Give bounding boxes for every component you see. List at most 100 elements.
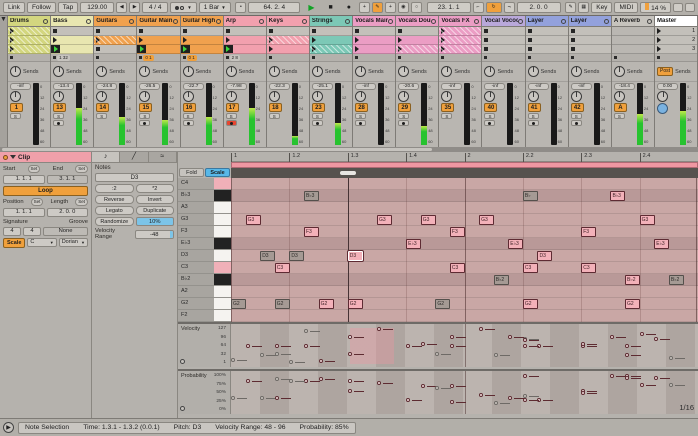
track-header[interactable]: Keys [267,16,309,27]
track-stop-all-icon[interactable] [269,56,272,59]
track-collapse-icon[interactable] [647,19,652,24]
velocity-canvas[interactable] [231,324,698,367]
clip-start-field[interactable]: 1. 1. 1 [3,175,45,184]
track-activator-button[interactable]: 15 [139,103,152,112]
piano-key[interactable] [214,250,231,261]
velocity-marker[interactable] [246,344,262,350]
clip-slot[interactable]: 2 [655,36,697,45]
probability-marker[interactable] [581,391,597,397]
pan-knob[interactable] [10,91,21,102]
send-knob[interactable] [53,66,64,77]
send-knob[interactable] [269,66,280,77]
new-button[interactable]: + [385,2,396,13]
track-stop-all-icon[interactable] [528,56,531,59]
clip-slot[interactable] [482,27,524,36]
tab-expression[interactable]: ≈ [149,152,177,162]
velocity-marker[interactable] [421,342,437,348]
probability-marker[interactable] [421,384,437,390]
arm-button[interactable] [139,120,150,126]
pan-knob[interactable] [441,91,452,102]
signature-numerator-field[interactable]: 4 [3,227,21,236]
velocity-marker[interactable] [581,342,597,348]
midi-note[interactable]: B♭ [523,191,538,201]
scale-root-menu[interactable]: C▼ [27,238,56,247]
piano-key[interactable] [214,298,231,309]
volume-value[interactable]: -inf [528,83,549,90]
track-stop-all-icon[interactable] [571,56,574,59]
solo-button[interactable]: S [614,113,625,119]
midi-note[interactable]: D3 [537,251,552,261]
pan-knob[interactable] [398,91,409,102]
solo-button[interactable]: S [571,113,582,119]
track-stop-all-icon[interactable] [484,56,487,59]
pan-knob[interactable] [269,91,280,102]
velocity-marker[interactable] [494,353,510,359]
note-grid[interactable]: B♭3B♭B♭3G3G3G3G3G3F3F3F3E♭3E♭3E♭3D3D3D3D… [231,178,698,322]
clip-slot[interactable] [51,45,93,54]
clip-slot[interactable] [353,45,395,54]
scrub-area[interactable] [231,168,698,178]
probability-marker[interactable] [348,379,364,385]
probability-marker[interactable] [537,398,553,404]
track-activator-button[interactable]: 29 [398,103,411,112]
track-activator-button[interactable]: 14 [96,103,109,112]
track-collapse-icon[interactable] [86,19,91,24]
clip-slot[interactable] [612,36,654,45]
midi-note[interactable]: E♭3 [406,239,421,249]
tap-tempo-button[interactable]: Tap [58,2,78,13]
volume-value[interactable]: 0.00 [657,83,678,90]
track-header[interactable]: Layer [526,16,568,27]
velocity-marker[interactable] [508,335,524,341]
arm-button[interactable] [53,120,64,126]
velocity-marker[interactable] [640,332,656,338]
automation-arm-button[interactable]: ○ [411,2,422,13]
clip-slot[interactable] [8,27,50,36]
punch-out-button[interactable]: ¬ [504,2,515,13]
volume-value[interactable]: -inf [484,83,505,90]
solo-button[interactable]: S [10,113,21,119]
scale-name-menu[interactable]: Dorian▼ [59,238,88,247]
piano-key[interactable] [214,190,231,201]
clip-slot[interactable] [396,36,438,45]
velocity-marker[interactable] [304,329,320,335]
pan-knob[interactable] [312,91,323,102]
clip-slot[interactable] [267,45,309,54]
velocity-marker[interactable] [625,344,641,350]
midi-note[interactable]: C3 [523,263,538,273]
quantization-menu[interactable]: 1 Bar▼ [199,2,231,13]
piano-key[interactable] [214,310,231,321]
clip-slot[interactable] [482,36,524,45]
pan-knob[interactable] [96,91,107,102]
velocity-marker[interactable] [537,344,553,350]
volume-value[interactable]: -7.98 [226,83,247,90]
volume-value[interactable]: -24.8 [96,83,117,90]
track-header[interactable]: Guitar Main [137,16,179,27]
clip-slot[interactable] [439,36,481,45]
velocity-marker[interactable] [450,335,466,341]
midi-map-button[interactable]: MIDI [614,2,638,13]
metronome-toggle[interactable]: ▼ [170,2,196,13]
midi-note[interactable]: G3 [479,215,494,225]
track-activator-button[interactable]: 17 [226,103,239,112]
clip-slot[interactable] [51,27,93,36]
probability-marker[interactable] [289,379,305,385]
velocity-marker[interactable] [625,353,641,359]
track-collapse-icon[interactable] [173,19,178,24]
volume-value[interactable]: -inf [355,83,376,90]
track-stop-all-icon[interactable] [96,56,99,59]
track-header[interactable]: Vocals Doubl [396,16,438,27]
velocity-marker[interactable] [289,360,305,366]
scale-mode-toggle[interactable]: Scale [3,238,25,248]
velocity-marker[interactable] [275,352,291,358]
arm-button[interactable] [226,120,237,126]
probability-marker[interactable] [348,389,364,395]
track-collapse-icon[interactable] [431,19,436,24]
velocity-lane-toggle-icon[interactable] [180,359,185,364]
piano-key[interactable] [214,286,231,297]
probability-marker[interactable] [246,379,262,385]
track-activator-button[interactable]: 16 [183,103,196,112]
track-header[interactable]: Vocal Vocoder [482,16,524,27]
probability-marker[interactable] [508,396,524,402]
midi-note[interactable]: D3 [260,251,275,261]
play-button[interactable]: ▶ [302,1,320,14]
